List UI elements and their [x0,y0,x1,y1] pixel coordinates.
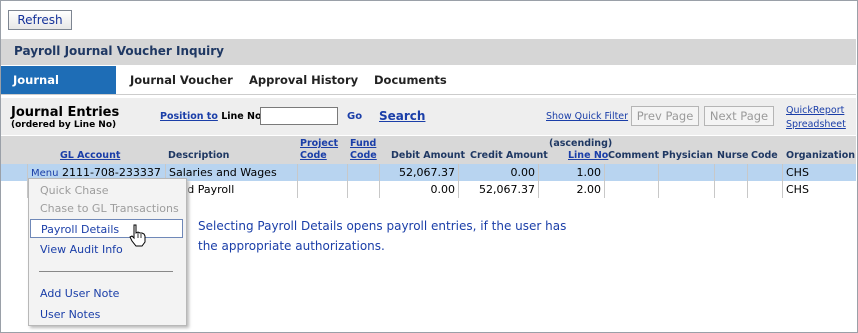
row-context-menu: Quick Chase Chase to GL Transactions Pay… [28,178,187,326]
tab-bar: Journal Entries Journal Voucher Approval… [1,66,856,115]
prev-page-button[interactable]: Prev Page [631,106,699,126]
show-quick-filter-link[interactable]: Show Quick Filter [546,111,628,122]
debit-cell: 0.00 [380,181,459,198]
menu-item-payroll-details[interactable]: Payroll Details [30,219,183,238]
line-no-cell: 1.00 [539,164,605,181]
tab-journal-entries[interactable]: Journal Entries [1,66,116,115]
credit-cell: 0.00 [459,164,539,181]
section-title: Journal Entries [11,105,120,120]
go-button[interactable]: Go [347,111,362,122]
hand-cursor-icon [129,224,146,247]
col-physician: Physician [662,150,713,161]
menu-item-view-audit-info[interactable]: View Audit Info [30,240,183,259]
col-line-no-sort: (ascending) [549,138,613,149]
grid-toolbar: Journal Entries (ordered by Line No) Pos… [1,98,856,135]
page-title: Payroll Journal Voucher Inquiry [14,44,224,58]
organization-cell: CHS [786,183,809,196]
menu-item-add-user-note[interactable]: Add User Note [30,284,183,303]
spreadsheet-link[interactable]: Spreadsheet [786,119,846,130]
line-no-input[interactable] [260,107,338,125]
menu-item-chase-to-gl[interactable]: Chase to GL Transactions [30,199,183,218]
position-to-label: Position to Line No [160,111,262,122]
menu-item-quick-chase[interactable]: Quick Chase [30,181,183,200]
col-credit-amount: Credit Amount [470,150,548,161]
col-organization: Organization [786,150,856,161]
col-project-code-1[interactable]: Project [300,138,338,149]
section-subtitle: (ordered by Line No) [11,120,117,130]
debit-cell: 52,067.37 [380,164,459,181]
position-line-no-label: Line No [221,111,262,122]
top-toolbar: Refresh [1,1,856,35]
refresh-button[interactable]: Refresh [8,10,72,30]
col-code: Code [751,150,778,161]
col-nurse: Nurse [717,150,749,161]
menu-item-user-notes[interactable]: User Notes [30,305,183,324]
col-line-no[interactable]: Line No [568,150,608,161]
col-gl-account[interactable]: GL Account [60,150,120,161]
search-link[interactable]: Search [379,109,425,123]
col-debit-amount: Debit Amount [391,150,466,161]
col-fund-code-1[interactable]: Fund [350,138,376,149]
tab-approval-history[interactable]: Approval History [237,66,370,94]
col-project-code-2[interactable]: Code [300,150,327,161]
annotation-line-1: Selecting Payroll Details opens payroll … [198,219,567,233]
col-fund-code-2[interactable]: Code [350,150,377,161]
col-comment: Comment [608,150,660,161]
col-description: Description [168,150,230,161]
grid-header: GL Account Description Project Code Fund… [1,136,856,164]
annotation-line-2: the appropriate authorizations. [198,239,385,253]
page-title-bar: Payroll Journal Voucher Inquiry [1,39,856,65]
position-to-link[interactable]: Position to [160,111,218,122]
next-page-button[interactable]: Next Page [704,106,774,126]
line-no-cell: 2.00 [539,181,605,198]
tab-documents[interactable]: Documents [362,66,459,94]
organization-cell: CHS [786,166,809,179]
menu-separator [39,271,173,272]
quickreport-link[interactable]: QuickReport [786,105,844,116]
tab-journal-voucher[interactable]: Journal Voucher [118,66,245,94]
credit-cell: 52,067.37 [459,181,539,198]
